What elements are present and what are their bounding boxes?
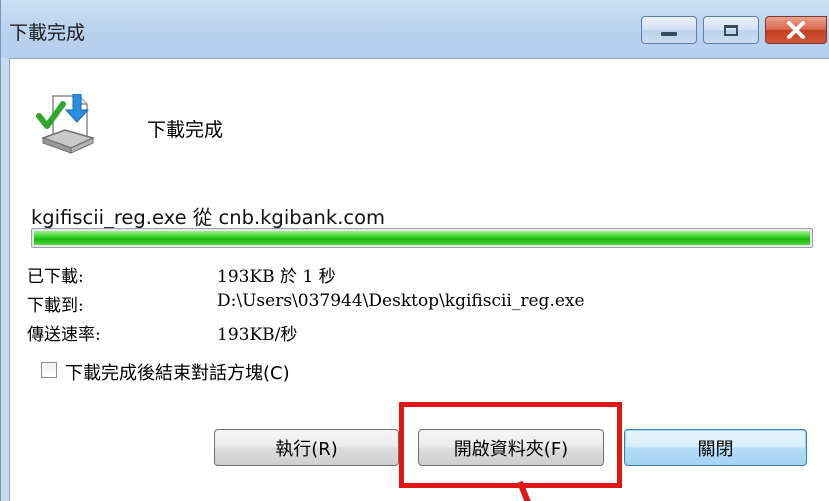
minimize-button[interactable]: [641, 16, 697, 44]
close-button[interactable]: 關閉: [624, 429, 807, 466]
downloaded-value: 193KB 於 1 秒: [217, 267, 336, 287]
window-title: 下載完成: [9, 22, 86, 44]
close-when-done-label[interactable]: 下載完成後結束對話方塊(C): [65, 359, 290, 385]
title-bar[interactable]: 下載完成: [1, 0, 829, 58]
transfer-rate-label: 傳送速率:: [27, 325, 101, 345]
window-close-button[interactable]: [765, 16, 827, 44]
maximize-button[interactable]: [703, 16, 759, 44]
dialog-heading: 下載完成: [147, 119, 224, 141]
close-when-done-checkbox[interactable]: [41, 362, 57, 378]
downloaded-label: 已下載:: [27, 267, 84, 287]
download-source: kgifiscii_reg.exe 從 cnb.kgibank.com: [31, 206, 386, 229]
download-to-label: 下載到:: [27, 296, 84, 316]
download-complete-icon: [36, 94, 96, 154]
run-button[interactable]: 執行(R): [214, 429, 399, 466]
maximize-icon: [724, 24, 738, 36]
minimize-icon: [661, 32, 677, 36]
transfer-rate-value: 193KB/秒: [217, 325, 298, 345]
download-complete-window: 下載完成 下載完成 kgifiscii_reg.exe 從 cnb.kgiban…: [0, 0, 829, 501]
download-to-value: D:\Users\037944\Desktop\kgifiscii_reg.ex…: [217, 291, 585, 311]
highlight-box: [399, 402, 622, 488]
close-icon: [787, 21, 805, 39]
download-progress-bar: [31, 228, 813, 248]
progress-fill: [34, 231, 810, 245]
